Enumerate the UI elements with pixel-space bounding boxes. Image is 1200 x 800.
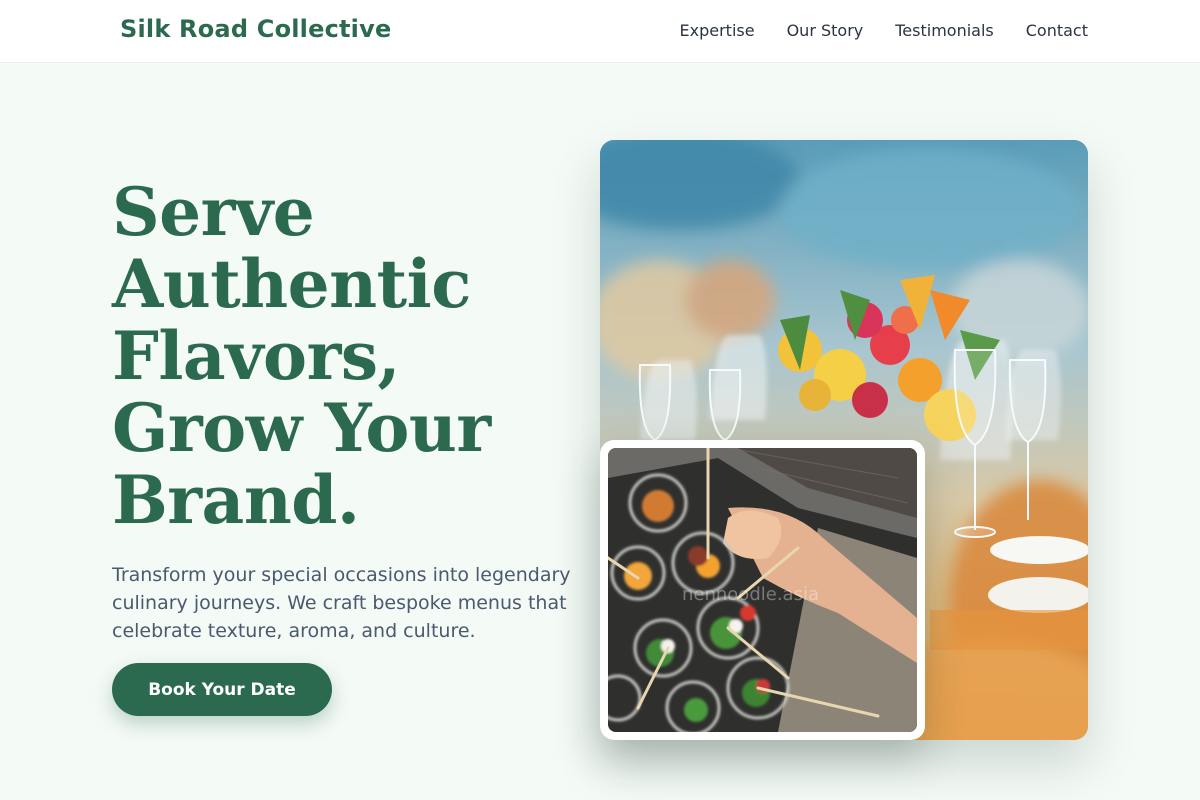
hero-title-line: Serve <box>112 173 315 251</box>
top-navigation-bar: Silk Road Collective Expertise Our Story… <box>0 0 1200 63</box>
nav-link-testimonials[interactable]: Testimonials <box>895 21 994 40</box>
hero-title-line: Grow Your <box>112 389 491 467</box>
nav-link-expertise[interactable]: Expertise <box>680 21 755 40</box>
nav-link-our-story[interactable]: Our Story <box>787 21 864 40</box>
hero-title-line: Authentic <box>112 245 471 323</box>
hero-description: Transform your special occasions into le… <box>112 564 571 642</box>
book-your-date-button[interactable]: Book Your Date <box>112 663 332 716</box>
brand-logo-text[interactable]: Silk Road Collective <box>120 15 391 43</box>
hero-title-line: Brand. <box>112 461 360 539</box>
hero-title: Serve Authentic Flavors, Grow Your Brand… <box>112 176 582 536</box>
main-nav: Expertise Our Story Testimonials Contact <box>680 21 1088 40</box>
hero-title-line: Flavors, <box>112 317 400 395</box>
nav-link-contact[interactable]: Contact <box>1026 21 1088 40</box>
image-watermark: nennoodle.asia <box>682 584 819 605</box>
